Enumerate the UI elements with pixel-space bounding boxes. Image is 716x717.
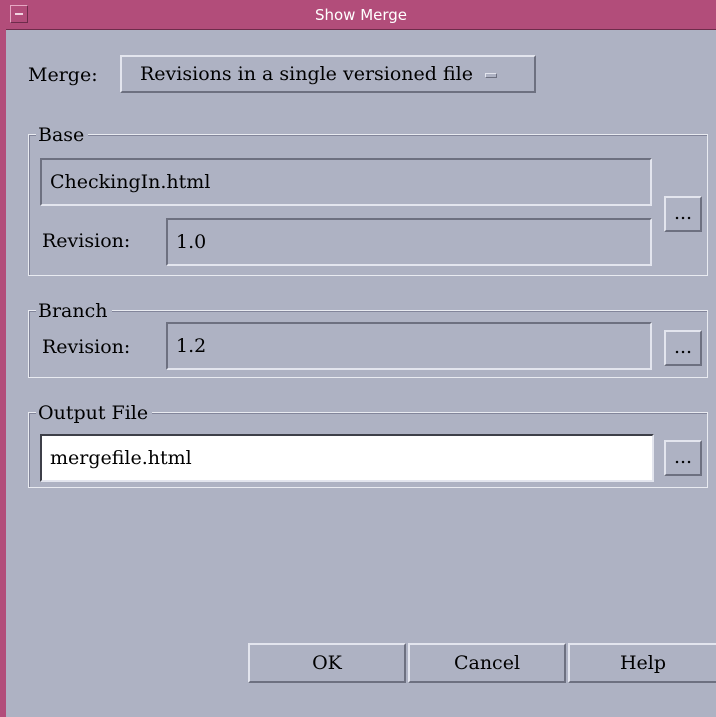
branch-revision-label: Revision: bbox=[42, 336, 131, 358]
branch-revision-field[interactable]: 1.2 bbox=[166, 322, 652, 370]
base-browse-button[interactable]: ... bbox=[664, 196, 702, 232]
base-file-value: CheckingIn.html bbox=[50, 171, 211, 193]
merge-type-value: Revisions in a single versioned file bbox=[140, 63, 473, 85]
title-bar[interactable]: Show Merge bbox=[6, 0, 716, 30]
base-group-title: Base bbox=[36, 124, 89, 146]
branch-browse-button[interactable]: ... bbox=[664, 330, 702, 366]
window-title: Show Merge bbox=[314, 6, 408, 24]
output-file-input[interactable]: mergefile.html bbox=[40, 434, 654, 482]
merge-type-dropdown[interactable]: Revisions in a single versioned file bbox=[120, 55, 536, 93]
cancel-button[interactable]: Cancel bbox=[408, 643, 566, 683]
merge-label: Merge: bbox=[28, 64, 98, 86]
output-file-value: mergefile.html bbox=[50, 447, 192, 469]
base-revision-value: 1.0 bbox=[176, 231, 207, 253]
branch-revision-value: 1.2 bbox=[176, 335, 207, 357]
dropdown-indicator-icon bbox=[484, 72, 497, 78]
ok-button[interactable]: OK bbox=[248, 643, 406, 683]
base-revision-field[interactable]: 1.0 bbox=[166, 218, 652, 266]
show-merge-dialog: Show Merge Merge: Revisions in a single … bbox=[0, 0, 716, 717]
output-file-group-title: Output File bbox=[36, 402, 153, 424]
base-file-field[interactable]: CheckingIn.html bbox=[40, 158, 652, 206]
branch-group-title: Branch bbox=[36, 300, 112, 322]
base-revision-label: Revision: bbox=[42, 230, 131, 252]
output-browse-button[interactable]: ... bbox=[664, 440, 702, 476]
help-button[interactable]: Help bbox=[568, 643, 716, 683]
